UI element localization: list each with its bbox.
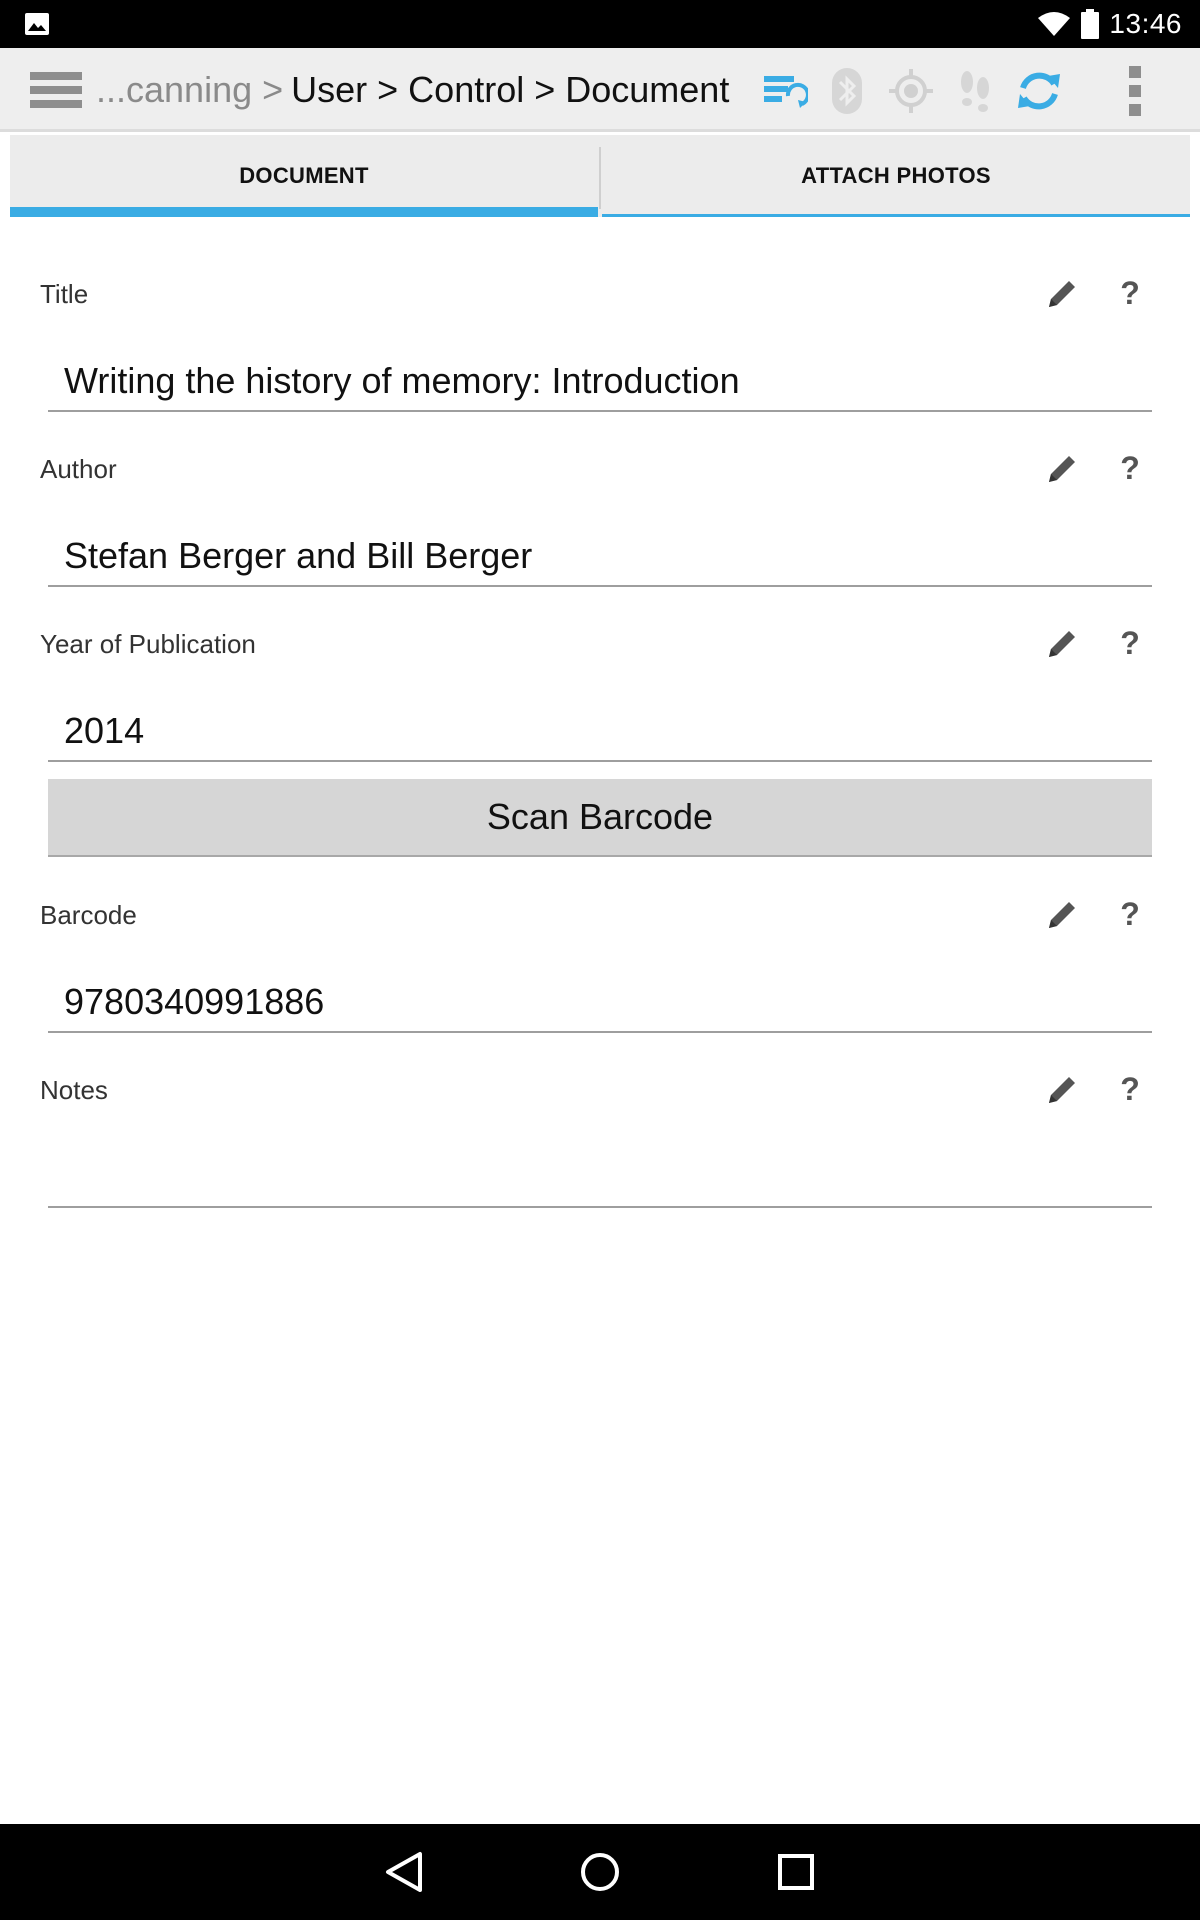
wifi-icon (1038, 12, 1071, 36)
title-field[interactable]: Writing the history of memory: Introduct… (48, 352, 1152, 412)
scan-barcode-label: Scan Barcode (486, 796, 714, 837)
battery-icon (1081, 9, 1100, 39)
status-time: 13:46 (1109, 8, 1182, 39)
author-field-value: Stefan Berger and Bill Berger (64, 535, 533, 576)
help-icon[interactable]: ? (1118, 625, 1142, 662)
refresh-icon[interactable] (1014, 66, 1064, 116)
help-icon[interactable]: ? (1118, 275, 1142, 312)
year-field[interactable]: 2014 (48, 702, 1152, 762)
menu-icon[interactable] (30, 70, 82, 110)
breadcrumb[interactable]: ...canning > User > Control > Document (96, 48, 729, 132)
footsteps-icon[interactable] (950, 66, 1000, 116)
title-field-value: Writing the history of memory: Introduct… (64, 360, 740, 401)
barcode-field-value: 9780340991886 (64, 981, 325, 1022)
field-label-notes: Notes (40, 1075, 108, 1105)
tab-document[interactable]: DOCUMENT (10, 135, 598, 217)
gps-target-icon[interactable] (886, 66, 936, 116)
document-form: Title ? Writing the history of memory: I… (10, 217, 1190, 1824)
breadcrumb-prefix: ...canning > (96, 69, 284, 110)
notes-field[interactable] (48, 1148, 1152, 1208)
pencil-icon[interactable] (1045, 898, 1079, 932)
action-bar: ...canning > User > Control > Document (0, 48, 1200, 132)
overflow-menu-icon[interactable] (1110, 66, 1160, 116)
image-notification-icon (25, 13, 49, 35)
tab-attach-photos[interactable]: ATTACH PHOTOS (602, 135, 1190, 217)
barcode-field[interactable]: 9780340991886 (48, 973, 1152, 1033)
tab-divider (599, 147, 601, 209)
help-icon[interactable]: ? (1118, 450, 1142, 487)
pencil-icon[interactable] (1045, 452, 1079, 486)
scan-barcode-button[interactable]: Scan Barcode (48, 779, 1152, 857)
help-icon[interactable]: ? (1118, 1071, 1142, 1108)
author-field[interactable]: Stefan Berger and Bill Berger (48, 527, 1152, 587)
year-field-value: 2014 (64, 710, 145, 751)
pencil-icon[interactable] (1045, 1073, 1079, 1107)
back-icon[interactable] (380, 1848, 428, 1896)
bluetooth-icon[interactable] (822, 66, 872, 116)
tab-document-label: DOCUMENT (239, 163, 369, 188)
field-label-year: Year of Publication (40, 629, 256, 659)
tab-attach-photos-label: ATTACH PHOTOS (801, 163, 991, 188)
breadcrumb-current: User > Control > Document (291, 69, 730, 110)
help-icon[interactable]: ? (1118, 896, 1142, 933)
home-icon[interactable] (576, 1848, 624, 1896)
pencil-icon[interactable] (1045, 627, 1079, 661)
pencil-icon[interactable] (1045, 277, 1079, 311)
recents-icon[interactable] (772, 1848, 820, 1896)
sync-server-icon[interactable] (758, 66, 808, 116)
status-bar: 13:46 (0, 0, 1200, 48)
field-label-barcode: Barcode (40, 900, 137, 930)
tab-active-indicator (10, 207, 598, 217)
tab-bar: DOCUMENT ATTACH PHOTOS (10, 135, 1190, 217)
field-label-title: Title (40, 279, 89, 309)
navigation-bar (0, 1824, 1200, 1920)
field-label-author: Author (40, 454, 117, 484)
